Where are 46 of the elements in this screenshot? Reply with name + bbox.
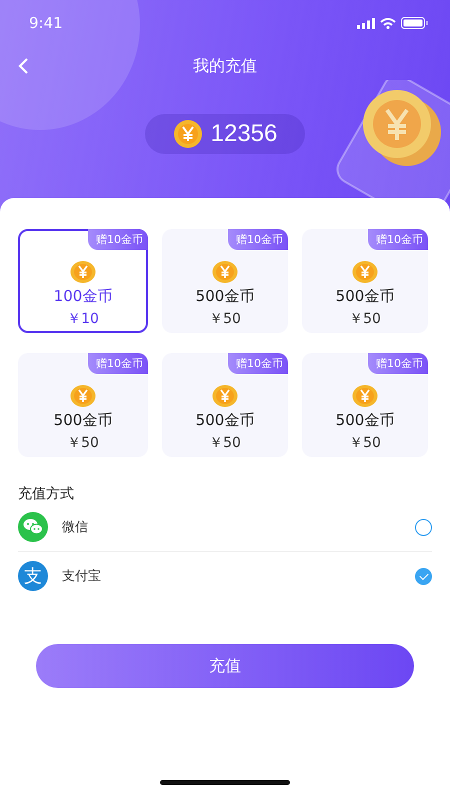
payment-label: 支付宝 bbox=[62, 568, 102, 585]
coin-icon bbox=[172, 119, 203, 149]
package-price: ￥50 bbox=[209, 310, 241, 328]
coin-amount: 500金币 bbox=[336, 411, 394, 430]
package-price: ￥50 bbox=[349, 434, 381, 452]
payment-label: 微信 bbox=[62, 519, 89, 536]
bonus-tag: 赠10金币 bbox=[88, 229, 148, 250]
package-price: ￥10 bbox=[67, 310, 99, 328]
coin-amount: 100金币 bbox=[54, 287, 112, 306]
coin-amount: 500金币 bbox=[336, 287, 394, 306]
package-card[interactable]: 赠10金币 500金币 ￥50 bbox=[302, 229, 428, 333]
bonus-tag: 赠10金币 bbox=[88, 353, 148, 374]
bonus-tag: 赠10金币 bbox=[368, 229, 428, 250]
coin-amount: 500金币 bbox=[196, 287, 254, 306]
package-card[interactable]: 赠10金币 100金币 ￥10 bbox=[18, 229, 148, 333]
coin-icon bbox=[352, 384, 378, 408]
coin-icon bbox=[70, 260, 96, 284]
bonus-tag: 赠10金币 bbox=[228, 229, 288, 250]
bonus-tag: 赠10金币 bbox=[368, 353, 428, 374]
coin-icon bbox=[212, 260, 238, 284]
radio-button[interactable] bbox=[415, 568, 432, 584]
signal-icon bbox=[357, 18, 375, 28]
status-time: 9:41 bbox=[29, 14, 63, 32]
coin-balance: 12356 bbox=[210, 120, 278, 148]
coin-icon bbox=[352, 260, 378, 284]
radio-button[interactable] bbox=[415, 518, 432, 536]
back-icon[interactable] bbox=[17, 57, 29, 75]
page-title: 我的充值 bbox=[193, 56, 257, 76]
alipay-icon: 支 bbox=[18, 561, 48, 591]
package-card[interactable]: 赠10金币 500金币 ￥50 bbox=[302, 353, 428, 457]
section-title: 充值方式 bbox=[18, 485, 75, 503]
coin-amount: 500金币 bbox=[54, 411, 112, 430]
bonus-tag: 赠10金币 bbox=[228, 353, 288, 374]
package-price: ￥50 bbox=[349, 310, 381, 328]
coin-amount: 500金币 bbox=[196, 411, 254, 430]
wifi-icon bbox=[380, 18, 396, 28]
package-card[interactable]: 赠10金币 500金币 ￥50 bbox=[162, 229, 288, 333]
battery-icon bbox=[401, 17, 428, 29]
coin-icon bbox=[70, 384, 96, 408]
package-card[interactable]: 赠10金币 500金币 ￥50 bbox=[18, 353, 148, 457]
package-card[interactable]: 赠10金币 500金币 ￥50 bbox=[162, 353, 288, 457]
package-price: ￥50 bbox=[209, 434, 241, 452]
recharge-button[interactable]: 充值 bbox=[36, 644, 414, 688]
package-price: ￥50 bbox=[67, 434, 99, 452]
chat-bubbles-icon bbox=[18, 512, 48, 542]
coin-icon bbox=[212, 384, 238, 408]
